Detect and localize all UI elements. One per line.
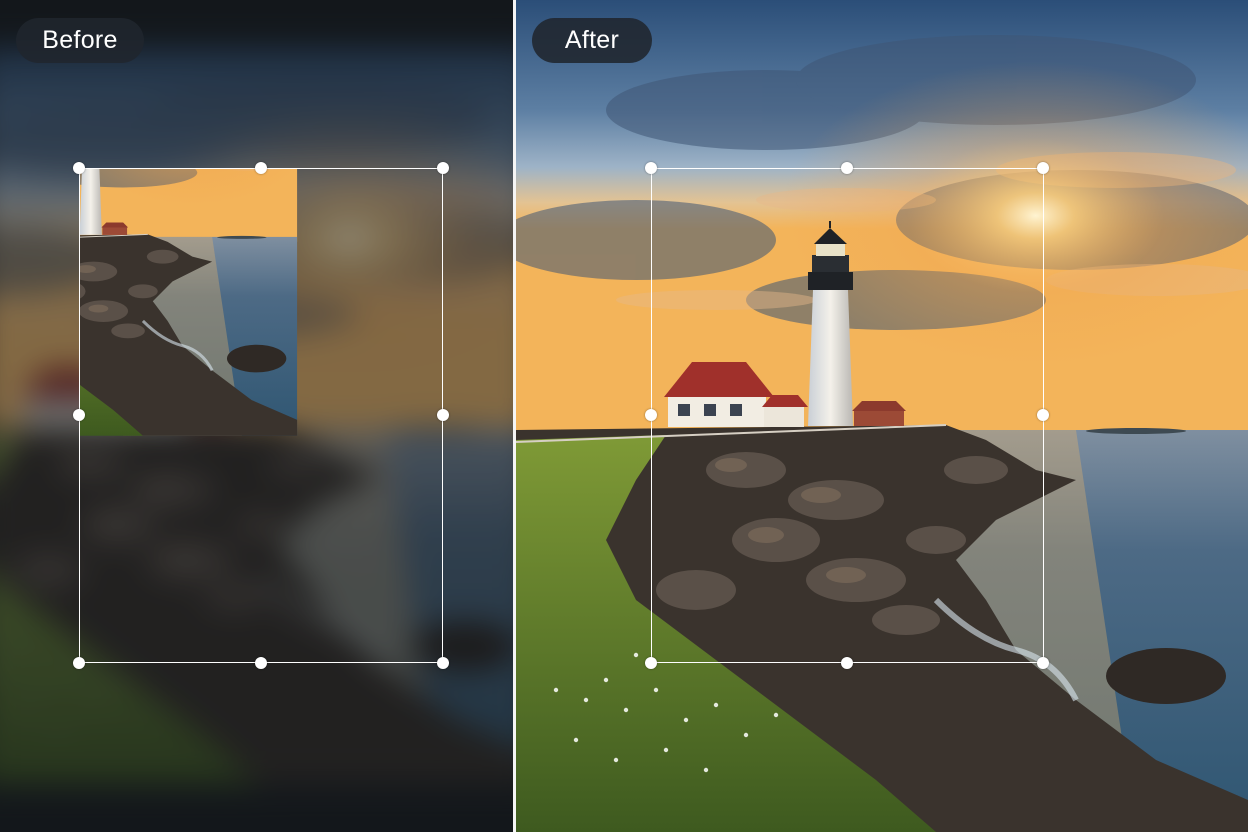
before-crop-handle-top-middle[interactable]	[255, 162, 267, 174]
after-crop-handle-bottom-right[interactable]	[1037, 657, 1049, 669]
before-crop-handle-top-right[interactable]	[437, 162, 449, 174]
before-crop-handle-middle-left[interactable]	[73, 409, 85, 421]
before-label: Before	[16, 18, 144, 63]
before-crop-handle-bottom-left[interactable]	[73, 657, 85, 669]
before-crop-handle-middle-right[interactable]	[437, 409, 449, 421]
after-crop-handle-bottom-left[interactable]	[645, 657, 657, 669]
before-crop-handle-bottom-right[interactable]	[437, 657, 449, 669]
after-crop-handle-top-right[interactable]	[1037, 162, 1049, 174]
before-crop-frame[interactable]	[79, 168, 443, 663]
after-label: After	[532, 18, 652, 63]
before-crop-handle-bottom-middle[interactable]	[255, 657, 267, 669]
before-panel: Before	[0, 0, 513, 832]
after-crop-frame[interactable]	[651, 168, 1044, 663]
after-crop-handle-top-left[interactable]	[645, 162, 657, 174]
after-crop-handle-top-middle[interactable]	[841, 162, 853, 174]
after-panel: After	[516, 0, 1248, 832]
after-crop-handle-bottom-middle[interactable]	[841, 657, 853, 669]
after-crop-handle-middle-right[interactable]	[1037, 409, 1049, 421]
after-crop-handle-middle-left[interactable]	[645, 409, 657, 421]
before-crop-handle-top-left[interactable]	[73, 162, 85, 174]
